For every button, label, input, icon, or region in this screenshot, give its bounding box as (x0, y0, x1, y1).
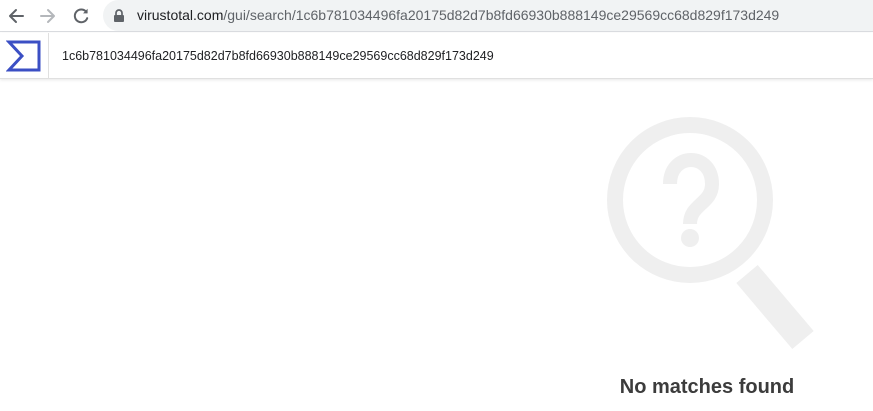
no-matches-message: No matches found (619, 376, 795, 398)
lock-icon (114, 9, 124, 22)
back-button[interactable] (4, 4, 28, 28)
forward-button[interactable] (36, 4, 60, 28)
url-host: virustotal.com (137, 7, 224, 23)
magnifier-question-icon (607, 117, 814, 350)
url-path: /gui/search/1c6b781034496fa20175d82d7b8f… (223, 7, 780, 23)
virustotal-logo-icon (6, 40, 41, 71)
search-input[interactable] (62, 46, 852, 66)
reload-button[interactable] (69, 4, 93, 28)
back-arrow-icon (9, 9, 24, 23)
forward-arrow-icon (40, 9, 55, 23)
address-bar[interactable]: virustotal.com/gui/search/1c6b781034496f… (103, 0, 873, 31)
virustotal-header (0, 33, 873, 79)
browser-toolbar: virustotal.com/gui/search/1c6b781034496f… (0, 0, 873, 32)
reload-icon (73, 8, 89, 24)
virustotal-logo[interactable] (0, 33, 49, 78)
address-url: virustotal.com/gui/search/1c6b781034496f… (137, 7, 779, 24)
